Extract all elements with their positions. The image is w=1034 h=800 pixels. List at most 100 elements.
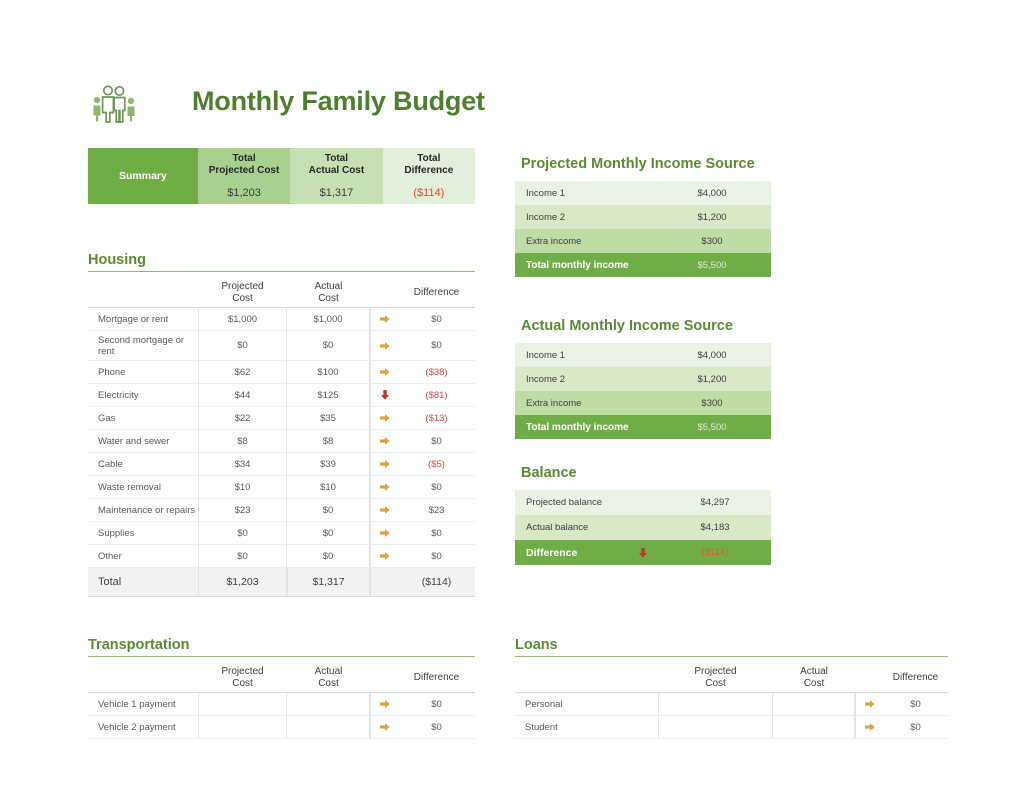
table-row[interactable]: Maintenance or repairs$23$0$23 [88, 499, 475, 522]
row-actual-cost[interactable]: $8 [287, 430, 370, 452]
header-actual-cost: ActualCost [773, 663, 855, 692]
table-row[interactable]: Student$0 [515, 716, 948, 739]
row-actual-cost[interactable]: $1,000 [287, 308, 370, 330]
list-item[interactable]: Total monthly income$5,500 [515, 415, 771, 439]
hdr-line2: Difference [404, 165, 453, 177]
row-trend-icon [370, 693, 398, 715]
housing-section-heading: Housing [88, 252, 475, 272]
list-item[interactable]: Income 2$1,200 [515, 367, 771, 391]
list-item[interactable]: Difference($114) [515, 540, 771, 565]
row-difference: $0 [398, 693, 475, 715]
row-difference: $0 [398, 476, 475, 498]
row-actual-cost[interactable] [287, 693, 370, 715]
family-icon [88, 78, 140, 124]
list-item[interactable]: Projected balance$4,297 [515, 490, 771, 515]
row-projected-cost[interactable]: $23 [198, 499, 287, 521]
summary-total-difference-value: ($114) [383, 182, 475, 204]
transportation-title: Transportation [88, 637, 475, 656]
transportation-table: ProjectedCostActualCostDifferenceVehicle… [88, 663, 475, 739]
income-value: $1,200 [653, 374, 771, 385]
balance-value: $4,183 [659, 522, 771, 533]
row-actual-cost[interactable]: $100 [287, 361, 370, 383]
row-label: Waste removal [88, 476, 198, 498]
row-projected-cost[interactable]: $8 [198, 430, 287, 452]
header-projected-cost: ProjectedCost [198, 663, 287, 692]
row-trend-icon [370, 430, 398, 452]
table-row[interactable]: Cable$34$39 ($5) [88, 453, 475, 476]
row-projected-cost[interactable]: $44 [198, 384, 287, 406]
header-projected-cost: ProjectedCost [658, 663, 773, 692]
list-item[interactable]: Total monthly income$5,500 [515, 253, 771, 277]
table-row[interactable]: Waste removal$10$10$0 [88, 476, 475, 499]
projected-income-table: Income 1$4,000Income 2$1,200Extra income… [515, 181, 771, 277]
table-row[interactable]: Vehicle 1 payment$0 [88, 693, 475, 716]
table-row[interactable]: Water and sewer$8$8$0 [88, 430, 475, 453]
row-actual-cost[interactable] [773, 693, 855, 715]
row-projected-cost[interactable]: $1,000 [198, 308, 287, 330]
row-actual-cost[interactable] [287, 716, 370, 738]
row-projected-cost[interactable]: $0 [198, 522, 287, 544]
table-row[interactable]: Vehicle 2 payment$0 [88, 716, 475, 739]
table-row[interactable]: Mortgage or rent$1,000$1,000$0 [88, 308, 475, 331]
actual-income-title: Actual Monthly Income Source [521, 318, 771, 337]
list-item[interactable]: Income 2$1,200 [515, 205, 771, 229]
row-trend-icon [370, 331, 398, 360]
row-difference: $0 [398, 331, 475, 360]
table-row[interactable]: Supplies$0$0$0 [88, 522, 475, 545]
list-item[interactable]: Actual balance$4,183 [515, 515, 771, 540]
row-projected-cost[interactable] [198, 716, 287, 738]
hdr-line1: Total [417, 153, 440, 165]
list-item[interactable]: Extra income$300 [515, 391, 771, 415]
table-row[interactable]: Electricity$44$125($81) [88, 384, 475, 407]
row-projected-cost[interactable] [658, 716, 773, 738]
row-label: Water and sewer [88, 430, 198, 452]
row-label: Mortgage or rent [88, 308, 198, 330]
arrow-right-amber-icon [379, 340, 391, 352]
total-label: Total [88, 568, 198, 596]
hdr-line1: Total [232, 153, 255, 165]
row-actual-cost[interactable]: $10 [287, 476, 370, 498]
list-item[interactable]: Income 1$4,000 [515, 343, 771, 367]
loans-table: ProjectedCostActualCostDifferencePersona… [515, 663, 948, 739]
total-icon-spacer [370, 568, 398, 596]
row-projected-cost[interactable]: $10 [198, 476, 287, 498]
arrow-right-amber-icon [379, 550, 391, 562]
hdr-line2: Actual Cost [309, 165, 365, 177]
row-projected-cost[interactable]: $62 [198, 361, 287, 383]
header-icon-spacer [370, 278, 398, 307]
actual-income-table: Income 1$4,000Income 2$1,200Extra income… [515, 343, 771, 439]
row-projected-cost[interactable]: $34 [198, 453, 287, 475]
income-value: $5,500 [653, 260, 771, 271]
summary-total-actual-header: Total Actual Cost [290, 148, 382, 182]
list-item[interactable]: Income 1$4,000 [515, 181, 771, 205]
total-difference: ($114) [398, 568, 475, 596]
row-label: Cable [88, 453, 198, 475]
arrow-down-red-icon [637, 547, 649, 559]
row-actual-cost[interactable]: $0 [287, 522, 370, 544]
table-row[interactable]: Phone$62$100($38) [88, 361, 475, 384]
row-difference: ($38) [398, 361, 475, 383]
row-actual-cost[interactable]: $125 [287, 384, 370, 406]
table-row[interactable]: Other$0$0$0 [88, 545, 475, 568]
table-row[interactable]: Second mortgage or rent$0$0$0 [88, 331, 475, 361]
row-actual-cost[interactable]: $39 [287, 453, 370, 475]
row-actual-cost[interactable]: $0 [287, 331, 370, 360]
row-projected-cost[interactable]: $0 [198, 331, 287, 360]
list-item[interactable]: Extra income$300 [515, 229, 771, 253]
row-difference: ($5) [398, 453, 475, 475]
row-projected-cost[interactable]: $22 [198, 407, 287, 429]
row-trend-icon [370, 716, 398, 738]
row-projected-cost[interactable] [198, 693, 287, 715]
table-row[interactable]: Gas$22$35($13) [88, 407, 475, 430]
row-actual-cost[interactable] [773, 716, 855, 738]
row-actual-cost[interactable]: $0 [287, 545, 370, 567]
summary-total-difference-header: Total Difference [383, 148, 475, 182]
hdr-line2: Projected Cost [209, 165, 280, 177]
row-actual-cost[interactable]: $0 [287, 499, 370, 521]
row-label: Student [515, 716, 658, 738]
row-projected-cost[interactable]: $0 [198, 545, 287, 567]
row-label: Supplies [88, 522, 198, 544]
row-projected-cost[interactable] [658, 693, 773, 715]
table-row[interactable]: Personal$0 [515, 693, 948, 716]
row-actual-cost[interactable]: $35 [287, 407, 370, 429]
